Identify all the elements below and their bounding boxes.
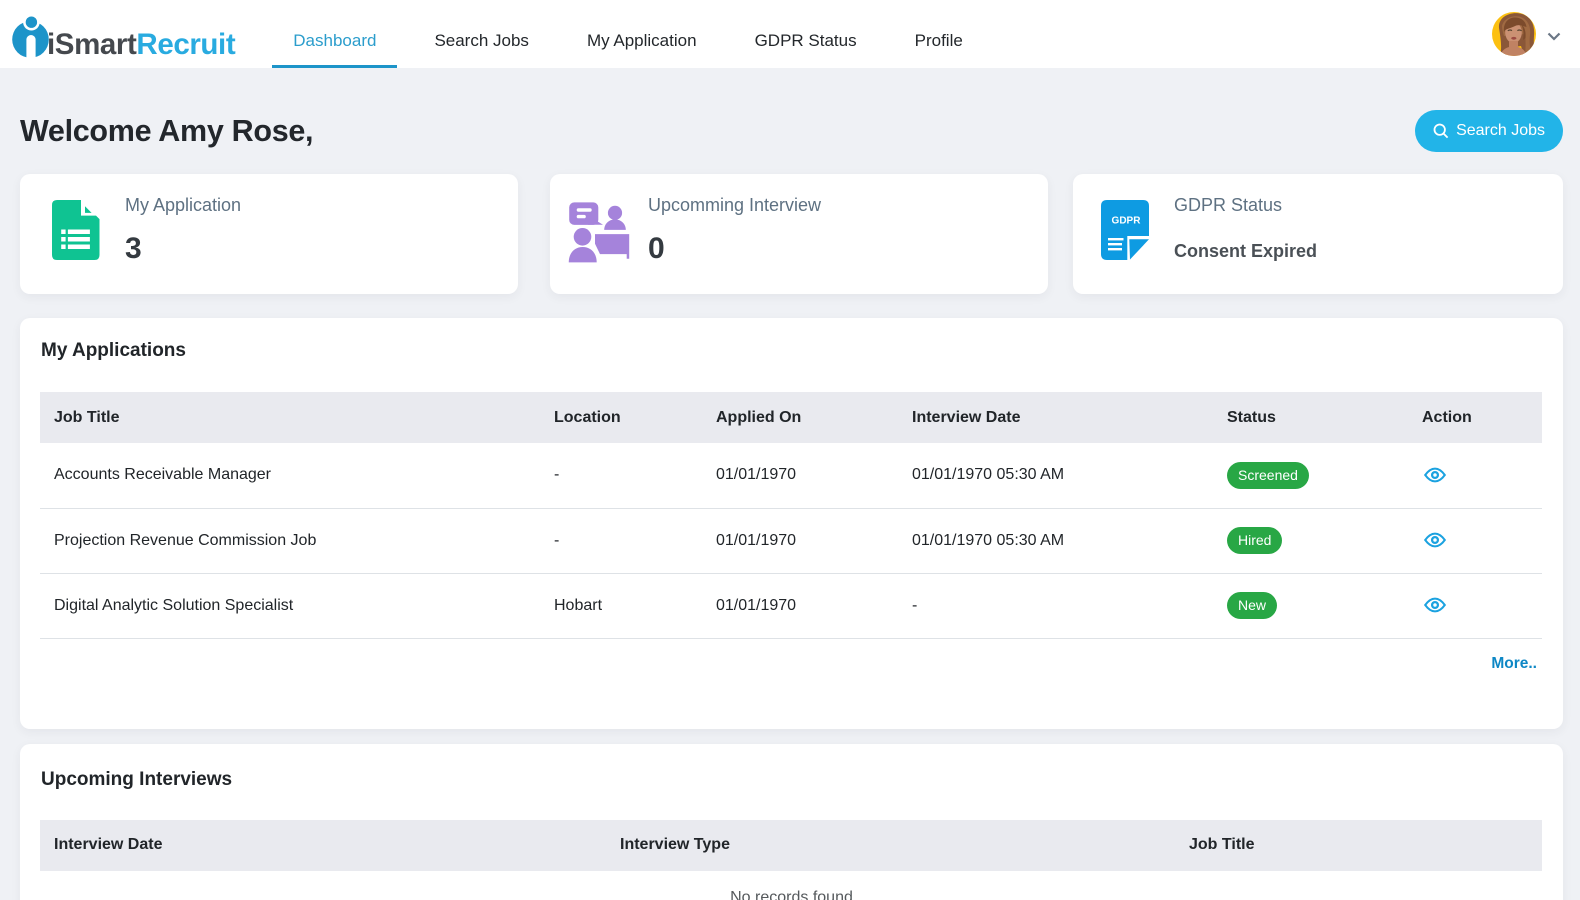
svg-text:GDPR: GDPR <box>1112 216 1142 227</box>
